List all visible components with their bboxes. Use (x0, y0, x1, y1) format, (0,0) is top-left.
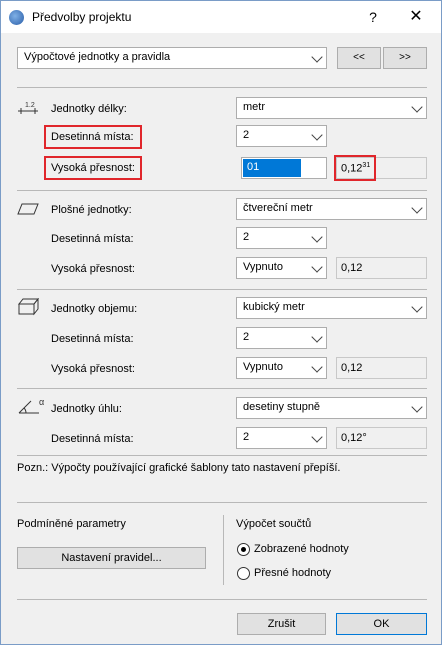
area-decimals-select[interactable]: 2 (236, 227, 327, 249)
divider (17, 388, 427, 389)
area-precision-label: Vysoká přesnost: (51, 263, 135, 275)
volume-unit-icon (18, 298, 40, 316)
area-decimals-value: 2 (243, 231, 250, 243)
svg-text:α: α (39, 397, 44, 407)
chevron-down-icon (311, 361, 323, 373)
title-bar: Předvolby projektu ? ✕ (1, 1, 441, 33)
volume-unit-select[interactable]: kubický metr (236, 297, 427, 319)
ok-button[interactable]: OK (336, 613, 427, 635)
divider (223, 515, 224, 585)
length-precision-label: Vysoká přesnost: (51, 162, 135, 174)
volume-precision-value: Vypnuto (243, 361, 283, 373)
annotation-highlight (334, 155, 376, 181)
volume-decimals-label: Desetinná místa: (51, 333, 134, 345)
chevron-down-icon (311, 51, 323, 63)
chevron-down-icon (411, 202, 423, 214)
close-button[interactable]: ✕ (404, 6, 428, 28)
chevron-down-icon (311, 231, 323, 243)
angle-unit-label: Jednotky úhlu: (51, 403, 122, 415)
length-precision-select[interactable]: 01 (241, 157, 327, 179)
angle-decimals-value: 2 (243, 431, 250, 443)
angle-unit-value: desetiny stupně (243, 401, 321, 413)
divider (17, 599, 427, 600)
exact-values-label[interactable]: Přesné hodnoty (254, 567, 331, 579)
divider (17, 502, 427, 503)
length-unit-value: metr (243, 101, 265, 113)
note-text: Pozn.: Výpočty používající grafické šabl… (17, 462, 341, 474)
length-unit-label: Jednotky délky: (51, 103, 127, 115)
angle-preview-value: 0,12° (341, 432, 367, 444)
app-icon (9, 10, 24, 25)
area-unit-select[interactable]: čtvereční metr (236, 198, 427, 220)
chevron-down-icon (311, 129, 323, 141)
volume-precision-select[interactable]: Vypnuto (236, 357, 327, 379)
area-preview: 0,12 (336, 257, 427, 279)
length-decimals-select[interactable]: 2 (236, 125, 327, 147)
volume-decimals-select[interactable]: 2 (236, 327, 327, 349)
angle-decimals-label: Desetinná místa: (51, 433, 134, 445)
displayed-values-radio[interactable] (237, 543, 250, 556)
area-unit-icon (17, 203, 39, 215)
area-preview-value: 0,12 (341, 262, 363, 274)
chevron-down-icon (411, 401, 423, 413)
rule-settings-button[interactable]: Nastavení pravidel... (17, 547, 206, 569)
window-title: Předvolby projektu (32, 10, 132, 24)
svg-text:1.2: 1.2 (25, 102, 35, 109)
length-unit-icon: 1.2 (18, 102, 38, 114)
angle-decimals-select[interactable]: 2 (236, 427, 327, 449)
length-decimals-value: 2 (243, 129, 250, 141)
area-unit-value: čtvereční metr (243, 202, 313, 214)
chevron-down-icon (311, 331, 323, 343)
volume-unit-label: Jednotky objemu: (51, 303, 138, 315)
divider (17, 455, 427, 456)
chevron-down-icon (311, 261, 323, 273)
volume-precision-label: Vysoká přesnost: (51, 363, 135, 375)
length-unit-select[interactable]: metr (236, 97, 427, 119)
chevron-down-icon (311, 431, 323, 443)
area-precision-select[interactable]: Vypnuto (236, 257, 327, 279)
angle-preview: 0,12° (336, 427, 427, 449)
chevron-down-icon (411, 301, 423, 313)
area-precision-value: Vypnuto (243, 261, 283, 273)
displayed-values-label[interactable]: Zobrazené hodnoty (254, 543, 349, 555)
divider (17, 289, 427, 290)
volume-decimals-value: 2 (243, 331, 250, 343)
help-button[interactable]: ? (361, 7, 385, 27)
page-select-value: Výpočtové jednotky a pravidla (24, 51, 171, 63)
divider (17, 87, 427, 88)
length-decimals-label: Desetinná místa: (51, 131, 134, 143)
volume-preview-value: 0,12 (341, 362, 363, 374)
angle-unit-select[interactable]: desetiny stupně (236, 397, 427, 419)
preferences-dialog: Předvolby projektu ? ✕ Výpočtové jednotk… (0, 0, 442, 645)
divider (17, 190, 427, 191)
area-decimals-label: Desetinná místa: (51, 233, 134, 245)
next-page-button[interactable]: >> (383, 47, 427, 69)
area-unit-label: Plošné jednotky: (51, 204, 132, 216)
chevron-down-icon (411, 101, 423, 113)
volume-unit-value: kubický metr (243, 301, 305, 313)
volume-preview: 0,12 (336, 357, 427, 379)
angle-unit-icon: α (18, 397, 44, 414)
exact-values-radio[interactable] (237, 567, 250, 580)
length-precision-value: 01 (243, 159, 301, 177)
totals-title: Výpočet součtů (236, 518, 312, 530)
page-select[interactable]: Výpočtové jednotky a pravidla (17, 47, 327, 69)
conditional-params-title: Podmíněné parametry (17, 518, 126, 530)
cancel-button[interactable]: Zrušit (237, 613, 326, 635)
previous-page-button[interactable]: << (337, 47, 381, 69)
